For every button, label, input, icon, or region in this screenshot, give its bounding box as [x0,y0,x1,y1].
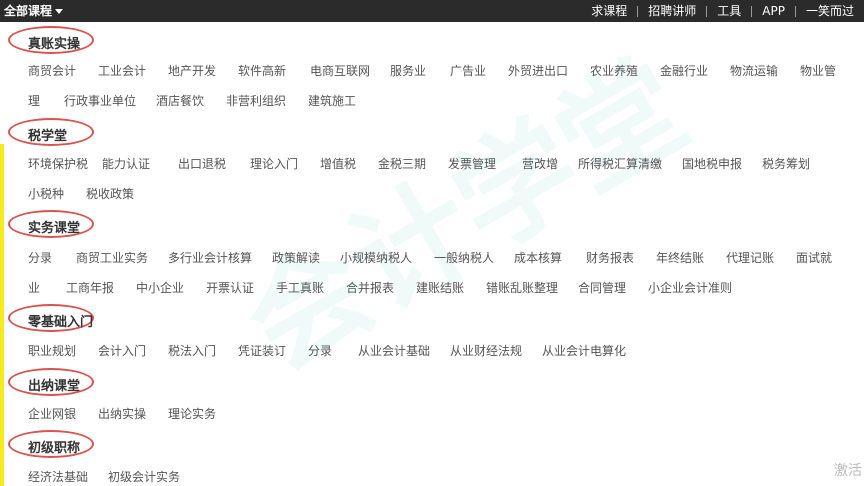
section-title: 出纳课堂 [8,368,94,396]
all-courses-dropdown[interactable]: 全部课程 [4,3,64,19]
section-title-text: 出纳课堂 [28,379,81,394]
category-link[interactable]: 发票管理 [448,157,496,171]
yellow-side-bar [0,144,4,486]
category-link[interactable]: 广告业 [450,64,486,78]
category-link[interactable]: 增值税 [320,157,356,171]
category-link[interactable]: 金税三期 [378,157,426,171]
category-link[interactable]: 凭证装订 [238,344,286,358]
category-row: 职业规划 会计入门 税法入门 凭证装订 分录 从业会计基础 从业财经法规 从业会计电算化 [28,344,864,360]
category-link[interactable]: 电商互联网 [310,64,370,78]
chevron-down-icon [55,9,64,14]
category-row: 商贸会计 工业会计 地产开发 软件高新 电商互联网 服务业 广告业 外贸进出口 农业养殖 金融行业… [28,64,864,80]
all-courses-label: 全部课程 [4,4,53,18]
category-link[interactable]: 小税种 [28,187,64,201]
category-link[interactable]: 成本核算 [514,251,562,265]
category-link[interactable]: 一般纳税人 [434,251,494,265]
category-link[interactable]: 商贸工业实务 [76,251,148,265]
category-link[interactable]: 税务筹划 [762,157,810,171]
category-link[interactable]: 面试就 [796,251,832,265]
category-link[interactable]: 经济法基础 [28,470,88,484]
category-link[interactable]: 出纳实操 [98,407,146,421]
category-link[interactable]: 软件高新 [238,64,286,78]
category-link[interactable]: 环境保护税 [28,157,88,171]
category-link[interactable]: 错账乱账整理 [486,281,558,295]
category-link[interactable]: 财务报表 [586,251,634,265]
category-link[interactable]: 建账结账 [416,281,464,295]
category-link[interactable]: 国地税申报 [682,157,742,171]
section-title: 税学堂 [8,118,94,146]
category-link[interactable]: 酒店餐饮 [156,94,204,108]
category-row: 经济法基础 初级会计实务 [28,470,864,486]
category-link[interactable]: 中小企业 [136,281,184,295]
category-link[interactable]: 工商年报 [66,281,114,295]
category-link[interactable]: 初级会计实务 [108,470,180,484]
category-link[interactable]: 手工真账 [276,281,324,295]
category-row: 企业网银 出纳实操 理论实务 [28,407,864,423]
nav-app[interactable]: APP [752,4,795,18]
category-link[interactable]: 会计入门 [98,344,146,358]
category-link[interactable]: 合并报表 [346,281,394,295]
category-link[interactable]: 服务业 [390,64,426,78]
category-link[interactable]: 理 [28,94,40,108]
category-link[interactable]: 地产开发 [168,64,216,78]
category-link[interactable]: 税法入门 [168,344,216,358]
section-title: 初级职称 [8,430,94,458]
category-link[interactable]: 能力认证 [102,157,150,171]
category-link[interactable]: 开票认证 [206,281,254,295]
category-link[interactable]: 物流运输 [730,64,778,78]
category-link[interactable]: 理论入门 [250,157,298,171]
category-link[interactable]: 小企业会计准则 [648,281,732,295]
category-link[interactable]: 代理记账 [726,251,774,265]
nav-user[interactable]: 一笑而过 [796,4,864,18]
category-link[interactable]: 金融行业 [660,64,708,78]
category-link[interactable]: 分录 [308,344,332,358]
section-title-text: 税学堂 [28,129,68,144]
category-link[interactable]: 商贸会计 [28,64,76,78]
section-title: 零基础入门 [8,304,94,332]
section-title: 真账实操 [8,26,94,54]
top-nav: 求课程 招聘讲师 工具 APP 一笑而过 [581,3,864,19]
category-row: 环境保护税 能力认证 出口退税 理论入门 增值税 金税三期 发票管理 营改增 所得税汇算清缴 国地… [28,157,864,173]
category-link[interactable]: 所得税汇算清缴 [578,157,662,171]
category-link[interactable]: 行政事业单位 [64,94,136,108]
category-link[interactable]: 物业管 [800,64,836,78]
category-link[interactable]: 非营利组织 [226,94,286,108]
category-row: 理 行政事业单位 酒店餐饮 非营利组织 建筑施工 [28,94,864,110]
category-link[interactable]: 农业养殖 [590,64,638,78]
category-link[interactable]: 从业会计基础 [358,344,430,358]
category-link[interactable]: 税收政策 [86,187,134,201]
category-link[interactable]: 营改增 [522,157,558,171]
section-title-text: 实务课堂 [28,221,81,236]
category-link[interactable]: 理论实务 [168,407,216,421]
category-link[interactable]: 职业规划 [28,344,76,358]
category-link[interactable]: 年终结账 [656,251,704,265]
category-link[interactable]: 从业会计电算化 [542,344,626,358]
section-title-text: 零基础入门 [28,315,94,330]
category-row: 业 工商年报 中小企业 开票认证 手工真账 合并报表 建账结账 错账乱账整理 合同管理 小企业会计… [28,281,864,297]
category-link[interactable]: 业 [28,281,40,295]
nav-find-course[interactable]: 求课程 [581,4,637,18]
category-link[interactable]: 多行业会计核算 [168,251,252,265]
section-title-text: 真账实操 [28,37,81,52]
category-row: 小税种 税收政策 [28,187,864,203]
nav-recruit-lecturer[interactable]: 招聘讲师 [638,4,706,18]
category-link[interactable]: 建筑施工 [308,94,356,108]
category-link[interactable]: 小规模纳税人 [340,251,412,265]
category-link[interactable]: 政策解读 [272,251,320,265]
category-link[interactable]: 合同管理 [578,281,626,295]
category-link[interactable]: 从业财经法规 [450,344,522,358]
top-bar: 全部课程 求课程 招聘讲师 工具 APP 一笑而过 [0,0,864,22]
category-row: 分录 商贸工业实务 多行业会计核算 政策解读 小规模纳税人 一般纳税人 成本核算 财务报表 年终… [28,251,864,267]
category-link[interactable]: 企业网银 [28,407,76,421]
nav-tools[interactable]: 工具 [707,4,751,18]
section-title-text: 初级职称 [28,441,81,456]
corner-text: 激活 [834,463,862,479]
section-title: 实务课堂 [8,210,94,238]
category-link[interactable]: 工业会计 [98,64,146,78]
category-link[interactable]: 分录 [28,251,52,265]
category-link[interactable]: 出口退税 [178,157,226,171]
category-link[interactable]: 外贸进出口 [508,64,568,78]
